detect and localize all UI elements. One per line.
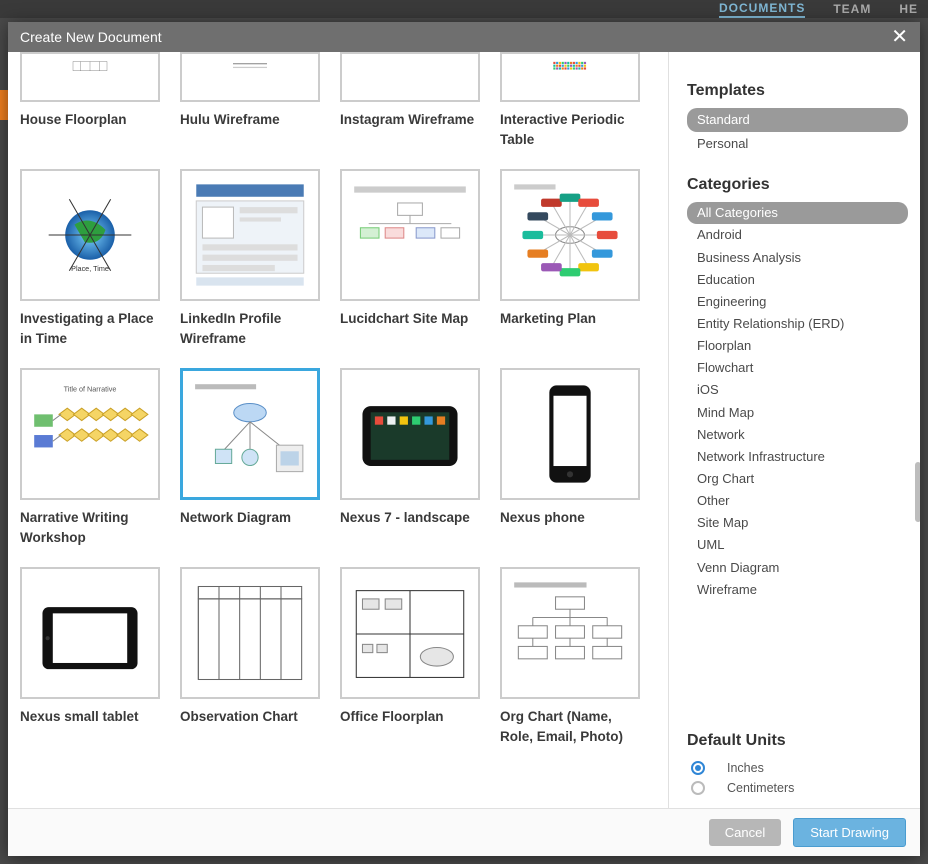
template-interactive-periodic[interactable]: Interactive Periodic Table [500, 52, 640, 149]
modal-header: Create New Document ✕ [8, 22, 920, 52]
template-org-chart[interactable]: Org Chart (Name, Role, Email, Photo) [500, 567, 640, 746]
nav-help[interactable]: HE [899, 2, 918, 16]
category-engineering[interactable]: Engineering [687, 291, 908, 313]
units-section: Default Units Inches Centimeters [687, 732, 908, 798]
category-site-map[interactable]: Site Map [687, 512, 908, 534]
template-linkedin-wireframe[interactable]: LinkedIn Profile Wireframe [180, 169, 320, 348]
modal-title: Create New Document [20, 22, 162, 52]
template-thumb[interactable] [500, 52, 640, 102]
template-thumb[interactable]: Place, Time [20, 169, 160, 301]
template-thumb[interactable] [500, 567, 640, 699]
template-label: Lucidchart Site Map [340, 309, 480, 329]
radio-inches[interactable] [691, 761, 705, 775]
template-narrative-writing[interactable]: Title of Narrative Narrative Writing Wor… [20, 368, 160, 547]
template-house-floorplan[interactable]: House Floorplan [20, 52, 160, 149]
nav-documents[interactable]: DOCUMENTS [719, 1, 805, 18]
templates-list: StandardPersonal [687, 108, 908, 156]
template-grid: House Floorplan Hulu Wireframe Instagram W… [20, 52, 656, 747]
template-office-floorplan[interactable]: Office Floorplan [340, 567, 480, 746]
top-nav: DOCUMENTS TEAM HE [0, 0, 928, 18]
modal-footer: Cancel Start Drawing [8, 808, 920, 856]
template-label: Org Chart (Name, Role, Email, Photo) [500, 707, 640, 746]
category-floorplan[interactable]: Floorplan [687, 335, 908, 357]
template-label: Marketing Plan [500, 309, 640, 329]
template-nexus-small-tablet[interactable]: Nexus small tablet [20, 567, 160, 746]
units-heading: Default Units [687, 732, 908, 750]
template-label: Narrative Writing Workshop [20, 508, 160, 547]
cancel-button[interactable]: Cancel [709, 819, 781, 846]
template-thumb[interactable] [340, 52, 480, 102]
category-network-infrastructure[interactable]: Network Infrastructure [687, 446, 908, 468]
units-centimeters-label: Centimeters [727, 781, 794, 795]
template-network-diagram[interactable]: Network Diagram [180, 368, 320, 547]
template-nexus7-landscape[interactable]: Nexus 7 - landscape [340, 368, 480, 547]
radio-centimeters[interactable] [691, 781, 705, 795]
template-observation-chart[interactable]: Observation Chart [180, 567, 320, 746]
template-thumb[interactable] [180, 52, 320, 102]
template-thumb[interactable]: Title of Narrative [20, 368, 160, 500]
template-type-personal[interactable]: Personal [687, 132, 908, 156]
template-label: Nexus small tablet [20, 707, 160, 727]
category-flowchart[interactable]: Flowchart [687, 357, 908, 379]
category-ios[interactable]: iOS [687, 379, 908, 401]
template-thumb[interactable] [180, 169, 320, 301]
template-thumb[interactable] [20, 567, 160, 699]
template-label: Instagram Wireframe [340, 110, 480, 130]
category-education[interactable]: Education [687, 269, 908, 291]
template-label: Nexus 7 - landscape [340, 508, 480, 528]
template-type-standard[interactable]: Standard [687, 108, 908, 132]
svg-text:Title of Narrative: Title of Narrative [64, 385, 117, 394]
category-android[interactable]: Android [687, 224, 908, 246]
category-business-analysis[interactable]: Business Analysis [687, 247, 908, 269]
template-thumb[interactable] [500, 169, 640, 301]
svg-text:Place, Time: Place, Time [71, 264, 109, 273]
template-label: Observation Chart [180, 707, 320, 727]
start-drawing-button[interactable]: Start Drawing [793, 818, 906, 847]
template-grid-pane[interactable]: House Floorplan Hulu Wireframe Instagram W… [8, 52, 668, 808]
sidebar-scrollbar[interactable] [915, 462, 920, 522]
template-investigating-place[interactable]: Place, Time Investigating a Place in Tim… [20, 169, 160, 348]
units-inches-label: Inches [727, 761, 764, 775]
category-network[interactable]: Network [687, 424, 908, 446]
template-label: Hulu Wireframe [180, 110, 320, 130]
close-icon[interactable]: ✕ [891, 27, 908, 47]
template-thumb[interactable] [180, 567, 320, 699]
template-thumb[interactable] [340, 567, 480, 699]
template-thumb[interactable] [180, 368, 320, 500]
template-lucidchart-sitemap[interactable]: Lucidchart Site Map [340, 169, 480, 348]
category-venn-diagram[interactable]: Venn Diagram [687, 557, 908, 579]
template-thumb[interactable] [340, 169, 480, 301]
category-org-chart[interactable]: Org Chart [687, 468, 908, 490]
template-hulu-wireframe[interactable]: Hulu Wireframe [180, 52, 320, 149]
category-other[interactable]: Other [687, 490, 908, 512]
template-thumb[interactable] [20, 52, 160, 102]
category-all-categories[interactable]: All Categories [687, 202, 908, 224]
template-thumb[interactable] [500, 368, 640, 500]
create-document-modal: Create New Document ✕ House Floorplan Hul… [8, 22, 920, 856]
template-label: LinkedIn Profile Wireframe [180, 309, 320, 348]
units-inches-row[interactable]: Inches [687, 758, 908, 778]
template-label: Office Floorplan [340, 707, 480, 727]
sidebar: Templates StandardPersonal Categories Al… [668, 52, 920, 808]
template-label: Investigating a Place in Time [20, 309, 160, 348]
categories-list: All CategoriesAndroidBusiness AnalysisEd… [687, 202, 908, 601]
units-centimeters-row[interactable]: Centimeters [687, 778, 908, 798]
template-label: Interactive Periodic Table [500, 110, 640, 149]
template-instagram-wireframe[interactable]: Instagram Wireframe [340, 52, 480, 149]
template-thumb[interactable] [340, 368, 480, 500]
template-marketing-plan[interactable]: Marketing Plan [500, 169, 640, 348]
template-nexus-phone[interactable]: Nexus phone [500, 368, 640, 547]
template-label: Nexus phone [500, 508, 640, 528]
template-label: House Floorplan [20, 110, 160, 130]
nav-team[interactable]: TEAM [833, 2, 871, 16]
category-entity-relationship-erd-[interactable]: Entity Relationship (ERD) [687, 313, 908, 335]
template-label: Network Diagram [180, 508, 320, 528]
categories-heading: Categories [687, 176, 908, 194]
category-wireframe[interactable]: Wireframe [687, 579, 908, 601]
category-mind-map[interactable]: Mind Map [687, 402, 908, 424]
templates-heading: Templates [687, 82, 908, 100]
category-uml[interactable]: UML [687, 534, 908, 556]
